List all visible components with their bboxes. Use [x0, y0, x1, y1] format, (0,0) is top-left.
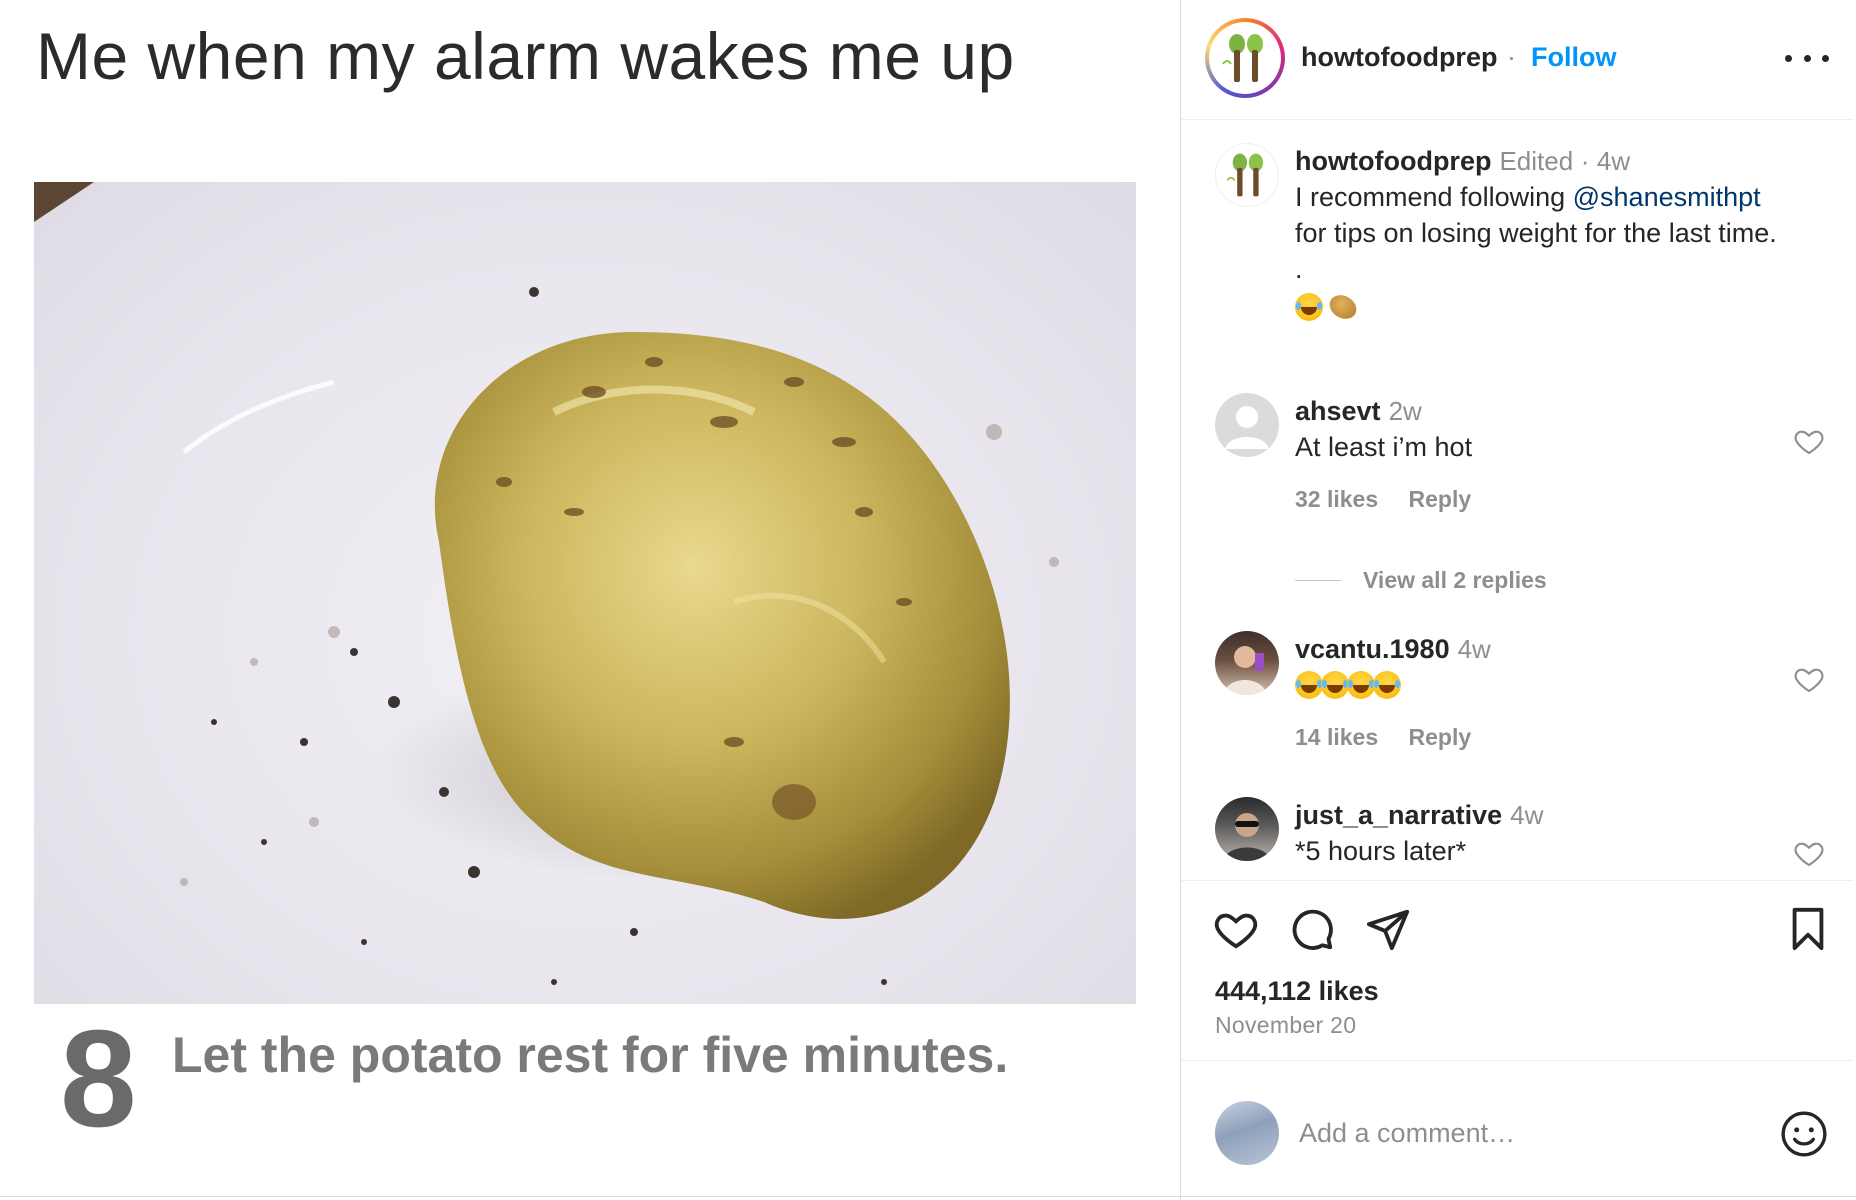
comment-time: 2w — [1388, 396, 1422, 426]
smiley-icon[interactable] — [1779, 1109, 1829, 1159]
comment-like-heart-icon[interactable] — [1793, 425, 1825, 457]
potato-illustration — [34, 182, 1059, 985]
comment-body: ahsevt 2w At least i’m hot 32 likes Reply — [1295, 393, 1795, 517]
likes-count[interactable]: 444,112 likes — [1215, 976, 1379, 1007]
comment-time: 4w — [1510, 800, 1544, 830]
default-avatar-icon[interactable] — [1215, 393, 1279, 457]
commenter-avatar[interactable] — [1215, 797, 1279, 861]
comments-panel: howtofoodprep · Follow howtofoodprep Edit… — [1180, 0, 1856, 1200]
fork-logo-icon — [1226, 153, 1264, 197]
laughing-tears-emoji-icon — [1295, 671, 1323, 699]
caption-text-before: I recommend following — [1295, 182, 1573, 212]
post-header: howtofoodprep · Follow — [1181, 0, 1853, 120]
heart-icon[interactable] — [1213, 906, 1259, 952]
potato-emoji-icon — [1324, 290, 1361, 324]
caption-dot: · — [1580, 146, 1590, 176]
caption-username[interactable]: howtofoodprep — [1295, 146, 1491, 176]
comment-username[interactable]: ahsevt — [1295, 396, 1381, 426]
comment-body: vcantu.1980 4w 14 likes Reply — [1295, 631, 1795, 755]
laughing-tears-emoji-icon — [1373, 671, 1401, 699]
comment-likes[interactable]: 14 likes — [1295, 724, 1378, 750]
author-username[interactable]: howtofoodprep — [1301, 42, 1497, 73]
fork-logo-icon — [1222, 34, 1263, 82]
caption-body: howtofoodprep Edited · 4w I recommend fol… — [1295, 143, 1795, 324]
laughing-tears-emoji-icon — [1347, 671, 1375, 699]
caption-time: 4w — [1596, 146, 1631, 176]
comment-text: At least i’m hot — [1295, 432, 1473, 462]
caption-author-avatar[interactable] — [1215, 143, 1279, 207]
meme-step-number: 8 — [60, 1002, 137, 1156]
reply-button[interactable]: Reply — [1409, 486, 1472, 512]
more-options-icon[interactable] — [1785, 38, 1829, 78]
caption-mention-link[interactable]: @shanesmithpt — [1573, 182, 1761, 212]
header-separator: · — [1507, 42, 1516, 72]
current-user-avatar[interactable] — [1215, 1101, 1279, 1165]
bottom-divider — [0, 1196, 1856, 1197]
post-date: November 20 — [1215, 1012, 1357, 1038]
follow-button[interactable]: Follow — [1531, 42, 1616, 73]
caption-dot-line: . — [1295, 254, 1303, 284]
comment-body: just_a_narrative 4w *5 hours later* — [1295, 797, 1795, 869]
comment-like-heart-icon[interactable] — [1793, 663, 1825, 695]
comment-input[interactable] — [1297, 1107, 1737, 1159]
post-actions-bar — [1181, 882, 1853, 962]
caption-edited: Edited — [1499, 146, 1574, 176]
comments-list[interactable]: howtofoodprep Edited · 4w I recommend fol… — [1181, 121, 1853, 881]
reply-button[interactable]: Reply — [1409, 724, 1472, 750]
post-image[interactable]: Me when my alarm wakes me up 8 Let the p… — [0, 0, 1180, 1200]
view-replies-label: View all 2 replies — [1363, 567, 1547, 593]
laughing-tears-emoji-icon — [1321, 671, 1349, 699]
commenter-avatar[interactable] — [1215, 631, 1279, 695]
comment-username[interactable]: just_a_narrative — [1295, 800, 1502, 830]
comment-emoji-text — [1295, 667, 1795, 703]
replies-divider-line — [1295, 580, 1341, 581]
comment-icon[interactable] — [1289, 906, 1335, 952]
caption-text-after: for tips on losing weight for the last t… — [1295, 218, 1777, 248]
caption-emojis — [1295, 287, 1795, 324]
comment-likes[interactable]: 32 likes — [1295, 486, 1378, 512]
meme-step-text: Let the potato rest for five minutes. — [172, 1027, 1009, 1083]
view-replies-button[interactable]: View all 2 replies — [1295, 567, 1547, 594]
comment-like-heart-icon[interactable] — [1793, 837, 1825, 869]
comment-text: *5 hours later* — [1295, 836, 1467, 866]
comment-time: 4w — [1457, 634, 1491, 664]
meme-top-caption: Me when my alarm wakes me up — [36, 19, 1015, 93]
comment-username[interactable]: vcantu.1980 — [1295, 634, 1450, 664]
author-avatar[interactable] — [1205, 18, 1285, 98]
share-icon[interactable] — [1365, 906, 1411, 952]
potato-photo — [34, 182, 1136, 1004]
add-comment-bar — [1181, 1060, 1853, 1200]
bookmark-icon[interactable] — [1785, 906, 1831, 952]
laughing-tears-emoji-icon — [1295, 292, 1323, 321]
